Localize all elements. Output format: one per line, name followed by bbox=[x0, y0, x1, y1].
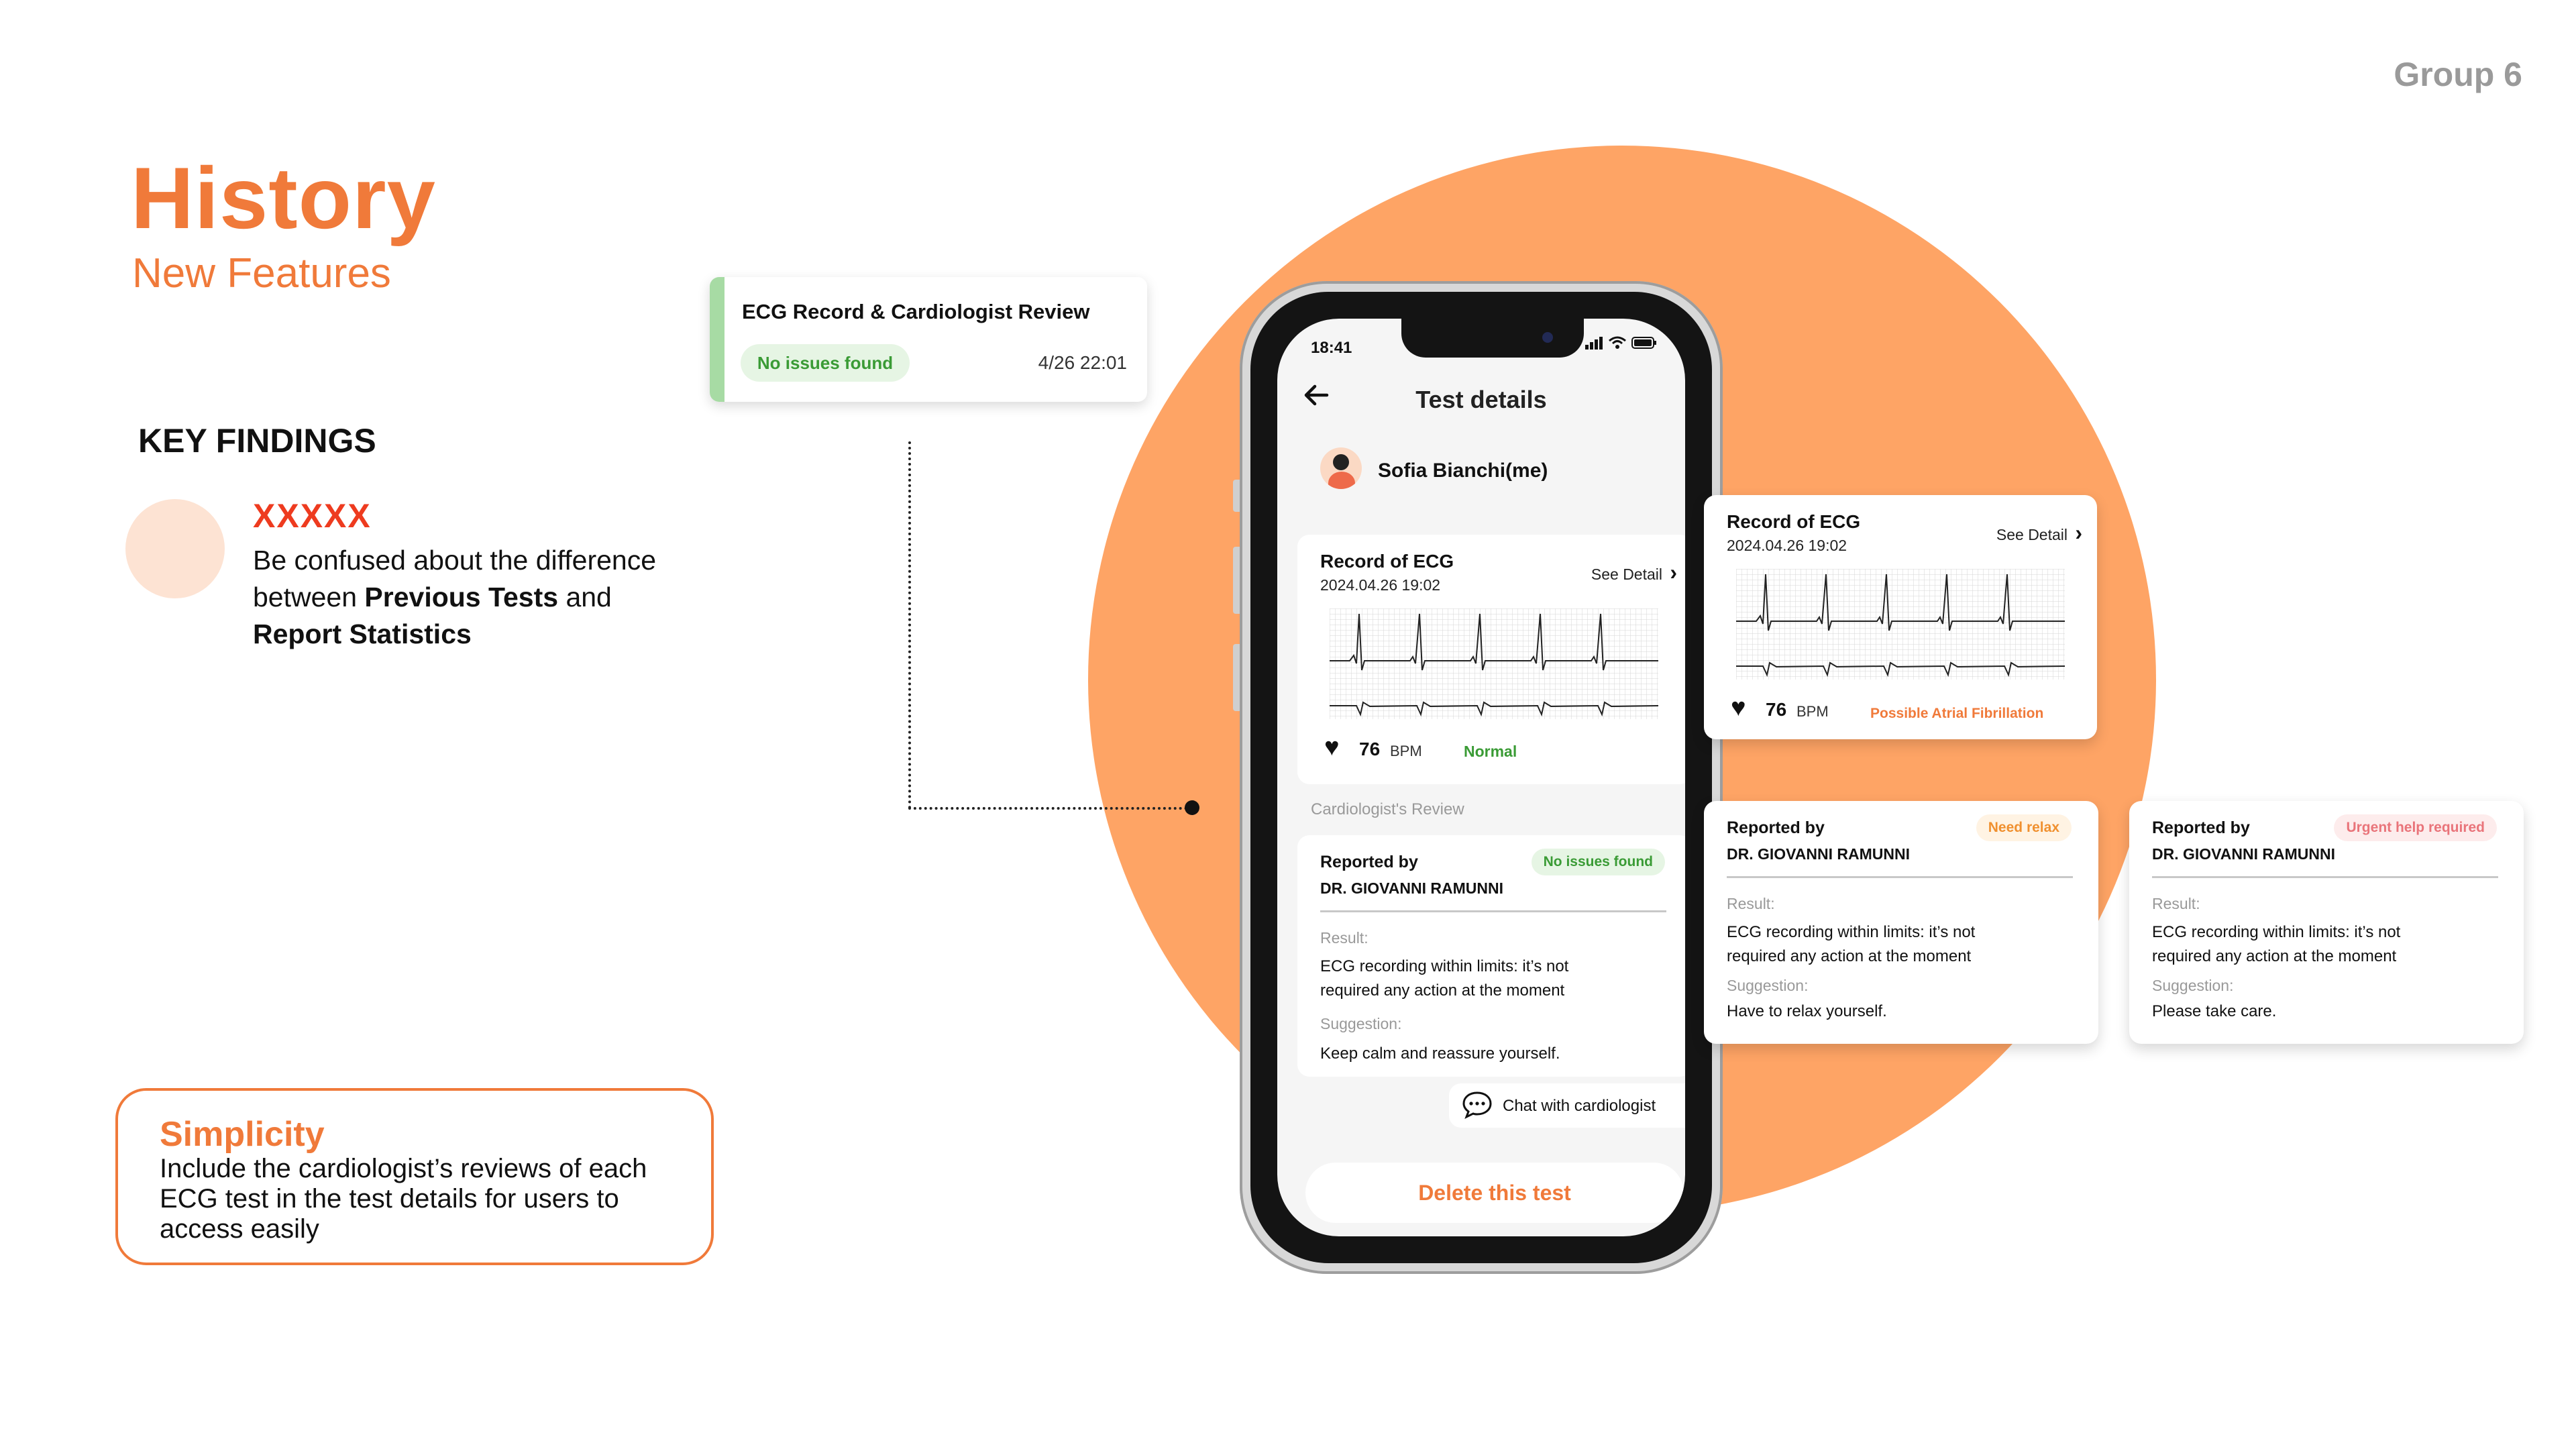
card-accent-bar bbox=[710, 277, 724, 402]
battery-icon bbox=[1631, 337, 1656, 349]
ecg-card-title: Record of ECG bbox=[1320, 551, 1454, 572]
review-card: Reported by DR. GIOVANNI RAMUNNI Need re… bbox=[1704, 801, 2098, 1044]
signal-icon bbox=[1585, 337, 1603, 350]
finding-bullet-dot bbox=[125, 499, 225, 598]
camera-icon bbox=[1542, 332, 1553, 343]
chat-label: Chat with cardiologist bbox=[1503, 1097, 1656, 1115]
suggestion-text: Keep calm and reassure yourself. bbox=[1320, 1044, 1560, 1063]
ecg-card-date: 2024.04.26 19:02 bbox=[1320, 576, 1441, 594]
result-text: ECG recording within limits: it’s not re… bbox=[1320, 957, 1569, 1000]
finding-text: Be confused about the difference between… bbox=[253, 542, 709, 653]
result-text: ECG recording within limits: it’s not re… bbox=[2152, 923, 2401, 965]
wifi-icon bbox=[1609, 336, 1627, 349]
chevron-right-icon[interactable]: › bbox=[2075, 521, 2082, 545]
chat-bubble-icon bbox=[1461, 1090, 1493, 1126]
connector-line-vertical bbox=[908, 441, 911, 809]
record-card-date: 4/26 22:01 bbox=[1038, 352, 1127, 373]
result-label: Result: bbox=[1727, 895, 1775, 912]
divider bbox=[1320, 910, 1666, 912]
status-badge: No issues found bbox=[1531, 849, 1665, 875]
review-card: Reported by DR. GIOVANNI RAMUNNI No issu… bbox=[1297, 835, 1685, 1077]
avatar bbox=[1320, 447, 1362, 489]
status-time: 18:41 bbox=[1311, 339, 1352, 357]
phone-notch bbox=[1401, 319, 1584, 358]
simplicity-title: Simplicity bbox=[160, 1115, 325, 1154]
status-badge: No issues found bbox=[741, 344, 910, 382]
connector-dot bbox=[1185, 800, 1199, 815]
divider bbox=[1727, 876, 2073, 878]
phone-screen: 18:41 Test details Sofia Bianchi(me) Rec… bbox=[1277, 319, 1685, 1236]
finding-text-part: and bbox=[558, 582, 612, 612]
ecg-record-card[interactable]: Record of ECG 2024.04.26 19:02 See Detai… bbox=[1297, 535, 1685, 784]
reported-by-label: Reported by bbox=[2152, 818, 2250, 837]
suggestion-label: Suggestion: bbox=[1320, 1015, 1402, 1032]
connector-line-horizontal bbox=[908, 807, 1193, 810]
chevron-right-icon[interactable]: › bbox=[1670, 560, 1677, 585]
doctor-name: DR. GIOVANNI RAMUNNI bbox=[2152, 845, 2336, 863]
record-card-title: ECG Record & Cardiologist Review bbox=[742, 300, 1090, 323]
reported-by-label: Reported by bbox=[1320, 853, 1418, 871]
doctor-name: DR. GIOVANNI RAMUNNI bbox=[1320, 879, 1504, 897]
review-card: Reported by DR. GIOVANNI RAMUNNI Urgent … bbox=[2129, 801, 2524, 1044]
suggestion-text: Have to relax yourself. bbox=[1727, 1002, 1887, 1020]
delete-test-button[interactable]: Delete this test bbox=[1305, 1163, 1684, 1223]
doctor-name: DR. GIOVANNI RAMUNNI bbox=[1727, 845, 1911, 863]
ecg-card-date: 2024.04.26 19:02 bbox=[1727, 537, 1847, 554]
ecg-waveform bbox=[1736, 569, 2065, 680]
result-text: ECG recording within limits: it’s not re… bbox=[1727, 923, 1976, 965]
avatar-body bbox=[1328, 472, 1355, 489]
suggestion-text: Please take care. bbox=[2152, 1002, 2277, 1020]
group-label: Group 6 bbox=[2394, 56, 2522, 93]
bpm-value: 76 bbox=[1766, 699, 1787, 720]
result-label: Result: bbox=[1320, 929, 1368, 947]
ecg-waveform bbox=[1330, 608, 1658, 719]
suggestion-label: Suggestion: bbox=[1727, 977, 1809, 994]
bpm-value: 76 bbox=[1359, 739, 1381, 759]
screen-title: Test details bbox=[1415, 386, 1547, 413]
divider bbox=[2152, 876, 2498, 878]
result-label: Result: bbox=[2152, 895, 2200, 912]
see-detail-link[interactable]: See Detail bbox=[1591, 566, 1662, 584]
page-subtitle: New Features bbox=[132, 250, 391, 297]
status-badge: Need relax bbox=[1976, 814, 2072, 841]
bpm-unit: BPM bbox=[1796, 703, 1829, 720]
suggestion-label: Suggestion: bbox=[2152, 977, 2234, 994]
status-icons bbox=[1585, 336, 1657, 354]
page-title: History bbox=[131, 149, 436, 247]
reviews-heading: Cardiologist's Review bbox=[1311, 800, 1464, 818]
ecg-status: Possible Atrial Fibrillation bbox=[1870, 706, 2044, 721]
finding-bold-report-statistics: Report Statistics bbox=[253, 619, 472, 649]
chat-with-cardiologist-button[interactable]: Chat with cardiologist bbox=[1449, 1083, 1685, 1128]
status-badge: Urgent help required bbox=[2334, 814, 2497, 841]
phone-bezel: 18:41 Test details Sofia Bianchi(me) Rec… bbox=[1250, 292, 1712, 1263]
heart-icon: ♥ bbox=[1324, 733, 1340, 761]
ecg-record-card[interactable]: Record of ECG 2024.04.26 19:02 See Detai… bbox=[1704, 495, 2097, 739]
user-name: Sofia Bianchi(me) bbox=[1378, 460, 1548, 482]
finding-marker: XXXXX bbox=[253, 497, 372, 535]
history-record-card[interactable]: ECG Record & Cardiologist Review No issu… bbox=[710, 277, 1147, 402]
key-findings-heading: KEY FINDINGS bbox=[138, 422, 376, 460]
see-detail-link[interactable]: See Detail bbox=[1996, 526, 2068, 544]
ecg-status: Normal bbox=[1464, 743, 1517, 760]
avatar-head bbox=[1333, 454, 1349, 470]
phone-frame: 18:41 Test details Sofia Bianchi(me) Rec… bbox=[1240, 281, 1723, 1274]
simplicity-box: Simplicity Include the cardiologist’s re… bbox=[115, 1088, 714, 1265]
bpm-unit: BPM bbox=[1390, 743, 1422, 759]
ecg-card-title: Record of ECG bbox=[1727, 511, 1861, 532]
simplicity-body: Include the cardiologist’s reviews of ea… bbox=[160, 1154, 647, 1244]
heart-icon: ♥ bbox=[1731, 694, 1746, 722]
reported-by-label: Reported by bbox=[1727, 818, 1825, 837]
finding-bold-previous-tests: Previous Tests bbox=[364, 582, 559, 612]
